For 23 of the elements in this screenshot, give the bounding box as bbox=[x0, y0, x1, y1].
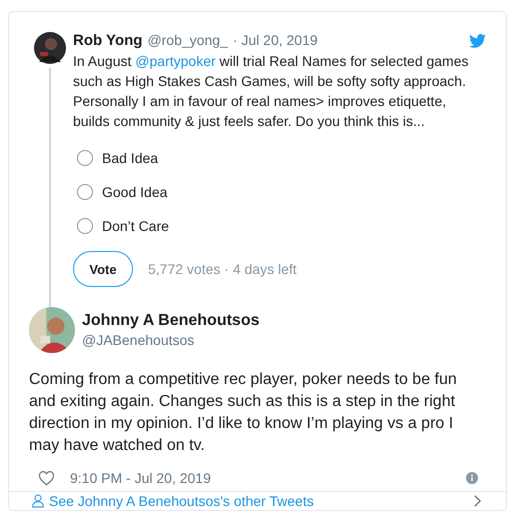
author-handle: @rob_yong_ bbox=[147, 32, 228, 48]
avatar-icon bbox=[29, 307, 75, 353]
radio-button[interactable] bbox=[77, 150, 93, 166]
poll-option[interactable]: Bad Idea bbox=[77, 141, 486, 175]
author-name[interactable]: Johnny A Benehoutsos bbox=[82, 312, 260, 330]
bird-icon[interactable] bbox=[469, 34, 486, 48]
tweet-date[interactable]: · Jul 20, 2019 bbox=[232, 32, 318, 48]
radio-button[interactable] bbox=[77, 184, 93, 200]
tweet-text: Coming from a competitive rec player, poker needs to be fun and exiting again. Changes such as this is a step in the right direction in my opinion. I’d like to know I’m playing vs a pro I may have watched on tv. bbox=[29, 370, 458, 456]
avatar-icon bbox=[34, 32, 66, 64]
heart-icon[interactable] bbox=[38, 470, 55, 486]
person-icon bbox=[32, 494, 44, 508]
tweet-time[interactable]: 9:10 PM - Jul 20, 2019 bbox=[70, 470, 211, 486]
poll-summary: 5,772 votes · 4 days left bbox=[148, 261, 297, 277]
vote-button[interactable]: Vote bbox=[73, 251, 133, 287]
chevron-icon[interactable] bbox=[473, 494, 482, 508]
author-name[interactable]: Rob Yong bbox=[73, 32, 142, 49]
radio-button[interactable] bbox=[77, 218, 93, 234]
tweet-text: In August @partypoker will trial Real Names for selected games such as High Stakes Cash Games, will be softy softy approach. Personally I am in favour of real names> improves etiquette, builds community & just feels safer. Do you think this is... bbox=[73, 52, 470, 131]
author-handle[interactable]: @JABenehoutsos bbox=[82, 332, 260, 348]
poll-option[interactable]: Good Idea bbox=[77, 175, 486, 209]
poll-option[interactable]: Don’t Care bbox=[77, 209, 486, 243]
info-icon[interactable] bbox=[466, 472, 478, 484]
